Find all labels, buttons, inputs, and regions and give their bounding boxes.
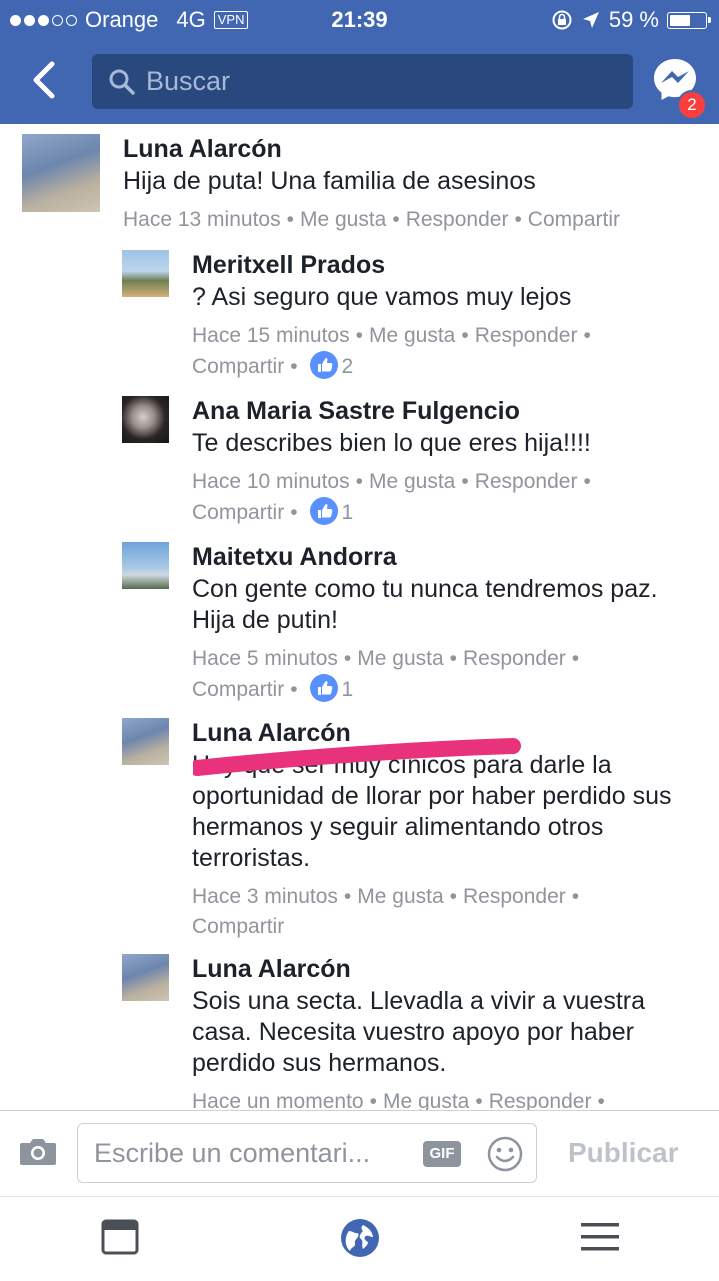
like-count[interactable]: 1 — [342, 678, 354, 701]
back-arrow-icon[interactable] — [26, 58, 66, 102]
comment-meta: Hace 15 minutos • Me gusta • Responder • Comp… — [192, 324, 591, 379]
like-link[interactable]: Me gusta — [357, 885, 443, 908]
comment-list: Luna Alarcón Hija de puta! Una familia d… — [0, 124, 719, 1110]
reply-link[interactable]: Responder — [489, 1090, 592, 1110]
comment-author[interactable]: Luna Alarcón — [192, 954, 692, 984]
sticker-smiley-icon[interactable] — [486, 1135, 524, 1173]
comment-composer: Escribe un comentari... GIF Publicar — [0, 1110, 719, 1197]
comment-text: Con gente como tu nunca tendremos paz. H… — [192, 575, 658, 634]
reply-link[interactable]: Responder — [475, 324, 578, 347]
battery-percent: 59 % — [608, 7, 659, 32]
avatar[interactable] — [22, 134, 100, 212]
like-link[interactable]: Me gusta — [369, 324, 455, 347]
comment-time[interactable]: Hace 13 minutos — [123, 208, 281, 231]
comment-meta: Hace 5 minutos • Me gusta • Responder • Compa… — [192, 647, 580, 702]
publish-button[interactable]: Publicar — [568, 1137, 678, 1169]
avatar[interactable] — [122, 542, 169, 589]
comment-author[interactable]: Maitetxu Andorra — [192, 542, 662, 572]
search-bar[interactable]: Buscar — [92, 54, 633, 109]
reply-link[interactable]: Responder — [463, 647, 566, 670]
comment-meta: Hace un momento • Me gusta • Responder • — [192, 1087, 692, 1110]
battery-icon — [667, 11, 711, 29]
reply-link[interactable]: Responder — [463, 885, 566, 908]
comment-placeholder: Escribe un comentari... — [94, 1138, 371, 1168]
comment-author[interactable]: Luna Alarcón — [123, 134, 703, 164]
menu-icon[interactable] — [579, 1217, 621, 1257]
avatar[interactable] — [122, 396, 169, 443]
camera-icon[interactable] — [18, 1135, 58, 1167]
like-count[interactable]: 1 — [342, 501, 354, 524]
like-link[interactable]: Me gusta — [300, 208, 386, 231]
notifications-globe-icon[interactable] — [339, 1217, 381, 1259]
status-bar: Orange 4G VPN 21:39 59 % — [0, 0, 719, 40]
comment-time[interactable]: Hace un momento — [192, 1090, 364, 1110]
reply-link[interactable]: Responder — [406, 208, 509, 231]
comment-author[interactable]: Ana Maria Sastre Fulgencio — [192, 396, 662, 426]
comment-author[interactable]: Meritxell Prados — [192, 250, 652, 280]
share-link[interactable]: Compartir — [528, 208, 620, 231]
search-placeholder: Buscar — [146, 66, 231, 96]
comment-text: Hija de puta! Una familia de asesinos — [123, 167, 536, 195]
rotation-lock-icon — [552, 10, 572, 30]
avatar[interactable] — [122, 250, 169, 297]
messenger-badge: 2 — [677, 90, 707, 120]
thumbs-up-icon — [309, 351, 338, 379]
comment-time[interactable]: Hace 3 minutos — [192, 885, 338, 908]
like-link[interactable]: Me gusta — [383, 1090, 469, 1110]
comment-time[interactable]: Hace 15 minutos — [192, 324, 350, 347]
comment-meta: Hace 13 minutos • Me gusta • Responder • Compa… — [123, 208, 620, 231]
top-nav-bar: Buscar 2 — [0, 40, 719, 124]
thumbs-up-icon — [309, 674, 338, 702]
gif-button[interactable]: GIF — [423, 1141, 461, 1167]
comment-text: Te describes bien lo que eres hija!!!! — [192, 429, 591, 457]
comment-text: Sois una secta. Llevadla a vivir a vuest… — [192, 987, 646, 1077]
bottom-tab-bar — [0, 1196, 719, 1281]
share-link[interactable]: Compartir — [192, 501, 284, 524]
comment-time[interactable]: Hace 10 minutos — [192, 470, 350, 493]
avatar[interactable] — [122, 718, 169, 765]
like-count[interactable]: 2 — [342, 355, 354, 378]
news-feed-icon[interactable] — [100, 1217, 140, 1257]
location-arrow-icon — [582, 12, 599, 28]
comment-meta: Hace 3 minutos • Me gusta • Responder • Compa… — [192, 885, 580, 938]
reply-link[interactable]: Responder — [475, 470, 578, 493]
comment-input[interactable]: Escribe un comentari... GIF — [77, 1123, 537, 1183]
thumbs-up-icon — [309, 497, 338, 525]
comment-meta: Hace 10 minutos • Me gusta • Responder • Comp… — [192, 470, 591, 525]
highlighter-scribble — [193, 738, 521, 776]
like-link[interactable]: Me gusta — [357, 647, 443, 670]
avatar[interactable] — [122, 954, 169, 1001]
share-link[interactable]: Compartir — [192, 355, 284, 378]
share-link[interactable]: Compartir — [192, 915, 284, 938]
like-link[interactable]: Me gusta — [369, 470, 455, 493]
comment-time[interactable]: Hace 5 minutos — [192, 647, 338, 670]
share-link[interactable]: Compartir — [192, 678, 284, 701]
comment-text: ? Asi seguro que vamos muy lejos — [192, 283, 572, 311]
search-icon — [109, 69, 135, 95]
